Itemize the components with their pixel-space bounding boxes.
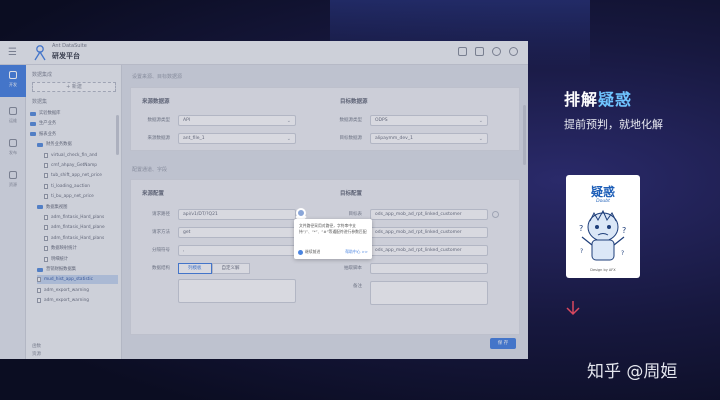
tooltip-option-label: 继续前进 xyxy=(305,249,321,254)
heading-part-a: 排解 xyxy=(564,90,599,109)
svg-text:?: ? xyxy=(622,226,626,235)
help-tooltip: 文件路径采用对路径，字符串中支持“/”、“*”、“#”等通配符进行参数匹配 继续… xyxy=(294,219,372,259)
card-subtitle: Doubt xyxy=(596,199,610,204)
dim-overlay xyxy=(0,41,528,359)
question-icon[interactable] xyxy=(296,208,306,218)
svg-text:?: ? xyxy=(580,248,583,255)
doubt-card: 疑惑 Doubt ? ? ? ? Design by AFX xyxy=(566,175,640,278)
app-window: ☰ Ant DataSuite 研发平台 开发 运维 发布 资源 数据集成 + … xyxy=(0,41,528,359)
confused-character-illustration: ? ? ? ? xyxy=(579,209,626,261)
help-center-link[interactable]: 帮助中心 >> xyxy=(345,249,368,255)
svg-text:?: ? xyxy=(579,224,583,233)
watermark: 知乎 @周姮 xyxy=(587,362,678,382)
card-title: 疑惑 xyxy=(590,185,615,199)
heading-part-b: 疑惑 xyxy=(598,90,633,109)
arrow-down-icon xyxy=(566,301,580,316)
svg-text:?: ? xyxy=(621,250,624,257)
slide-heading: 排解疑惑 xyxy=(564,86,632,110)
tooltip-option[interactable]: 继续前进 xyxy=(298,249,320,255)
tooltip-text: 文件路径采用对路径，字符串中支持“/”、“*”、“#”等通配符进行参数匹配 xyxy=(299,223,367,234)
radio-icon xyxy=(298,249,303,255)
card-caption: Design by AFX xyxy=(590,268,616,272)
slide-subheading: 提前预判，就地化解 xyxy=(564,118,663,131)
